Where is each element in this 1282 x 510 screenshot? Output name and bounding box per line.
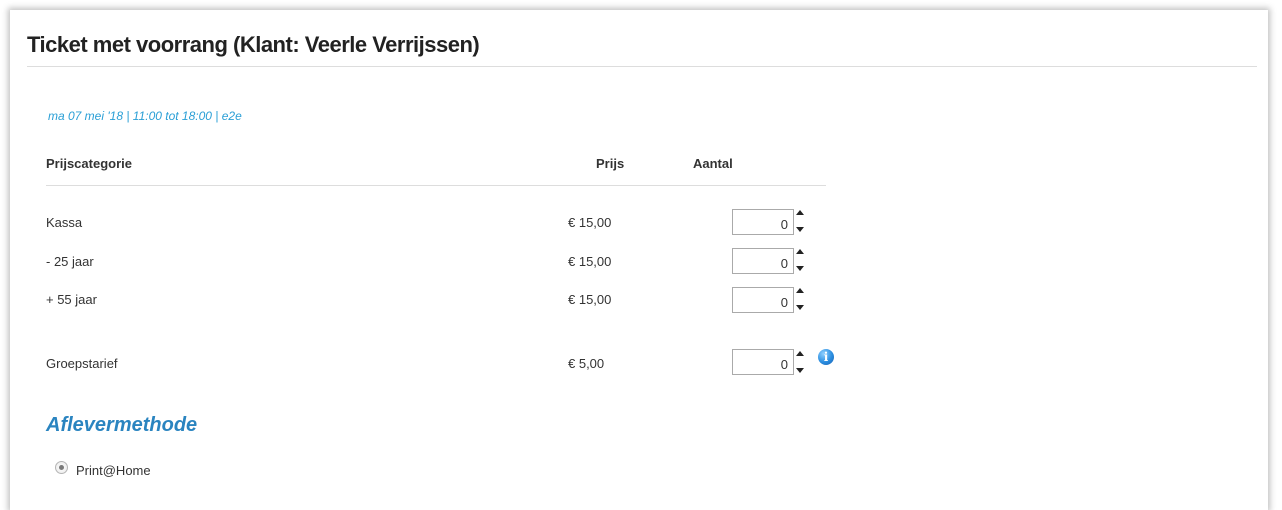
quantity-input-group[interactable]: 0 — [732, 349, 794, 375]
event-info: ma 07 mei '18 | 11:00 tot 18:00 | e2e — [48, 109, 242, 123]
quantity-input-under-25[interactable]: 0 — [732, 248, 794, 274]
column-header-price: Prijs — [596, 156, 625, 171]
stepper-down-icon[interactable] — [796, 227, 804, 232]
stepper-up-icon[interactable] — [796, 249, 804, 254]
stepper-up-icon[interactable] — [796, 351, 804, 356]
stepper-down-icon[interactable] — [796, 266, 804, 271]
ticket-panel: Ticket met voorrang (Klant: Veerle Verri… — [10, 10, 1268, 510]
radio-print-at-home[interactable] — [55, 461, 68, 474]
quantity-stepper[interactable] — [796, 210, 806, 232]
price-category-label: - 25 jaar — [46, 254, 94, 269]
quantity-input-kassa[interactable]: 0 — [732, 209, 794, 235]
header-divider — [46, 185, 826, 186]
stepper-up-icon[interactable] — [796, 210, 804, 215]
price-category-label: Groepstarief — [46, 356, 118, 371]
delivery-method-title: Aflevermethode — [46, 414, 198, 436]
price-value: € 15,00 — [568, 215, 612, 230]
stepper-down-icon[interactable] — [796, 305, 804, 310]
price-value: € 15,00 — [568, 254, 612, 269]
quantity-stepper[interactable] — [796, 288, 806, 310]
price-category-label: Kassa — [46, 215, 83, 230]
column-header-quantity: Aantal — [693, 156, 733, 171]
price-value: € 15,00 — [568, 292, 612, 307]
stepper-down-icon[interactable] — [796, 368, 804, 373]
price-value: € 5,00 — [568, 356, 605, 371]
info-icon[interactable]: i — [818, 349, 834, 365]
quantity-input-over-55[interactable]: 0 — [732, 287, 794, 313]
quantity-stepper[interactable] — [796, 351, 806, 373]
stepper-up-icon[interactable] — [796, 288, 804, 293]
title-divider — [27, 66, 1257, 67]
radio-label[interactable]: Print@Home — [76, 463, 151, 478]
price-category-label: + 55 jaar — [46, 292, 97, 307]
page-title: Ticket met voorrang (Klant: Veerle Verri… — [27, 32, 480, 57]
quantity-stepper[interactable] — [796, 249, 806, 271]
column-header-category: Prijscategorie — [46, 156, 132, 171]
